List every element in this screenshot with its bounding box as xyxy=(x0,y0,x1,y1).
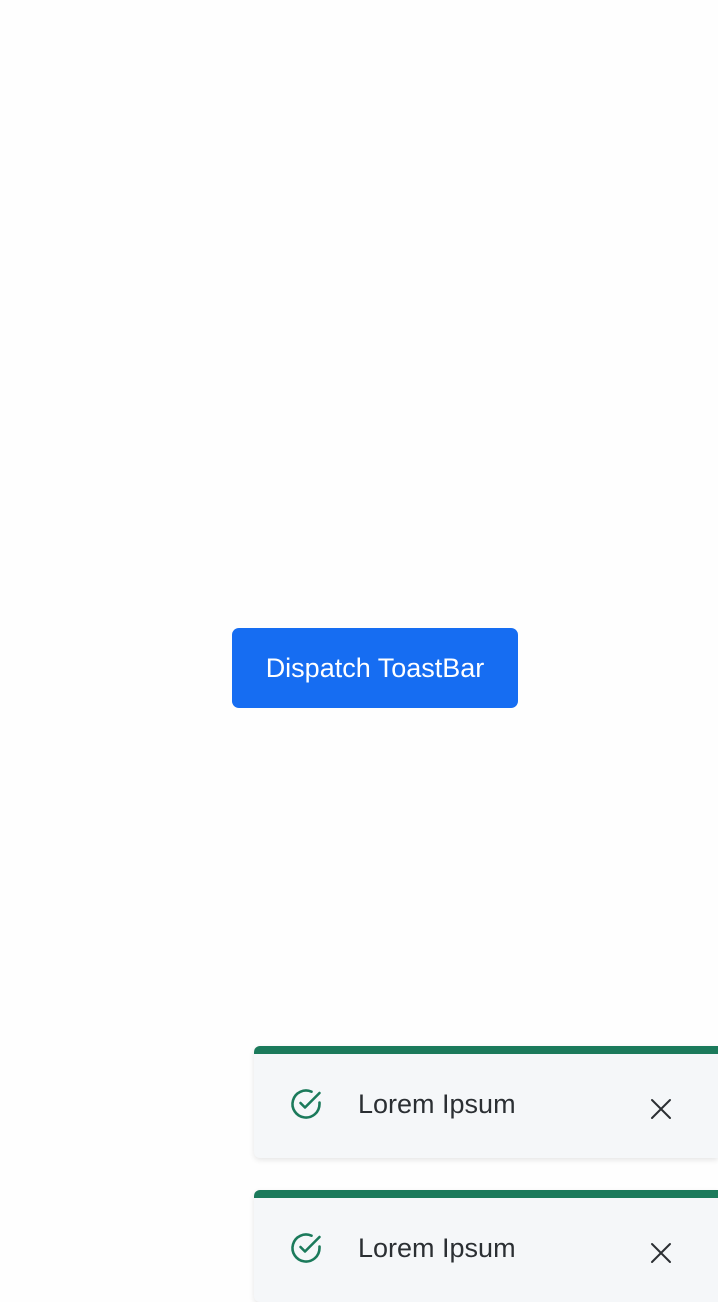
check-circle-icon xyxy=(289,1231,323,1265)
close-icon[interactable] xyxy=(647,1095,675,1123)
toast-message: Lorem Ipsum xyxy=(358,1089,516,1119)
toast-notification: Lorem Ipsum xyxy=(254,1190,718,1302)
toast-message: Lorem Ipsum xyxy=(358,1233,516,1263)
page: Dispatch ToastBar Lorem Ipsum Lorem Ipsu… xyxy=(0,0,718,1302)
close-icon[interactable] xyxy=(647,1239,675,1267)
toast-notification: Lorem Ipsum xyxy=(254,1046,718,1158)
dispatch-toastbar-button[interactable]: Dispatch ToastBar xyxy=(232,628,518,708)
check-circle-icon xyxy=(289,1087,323,1121)
